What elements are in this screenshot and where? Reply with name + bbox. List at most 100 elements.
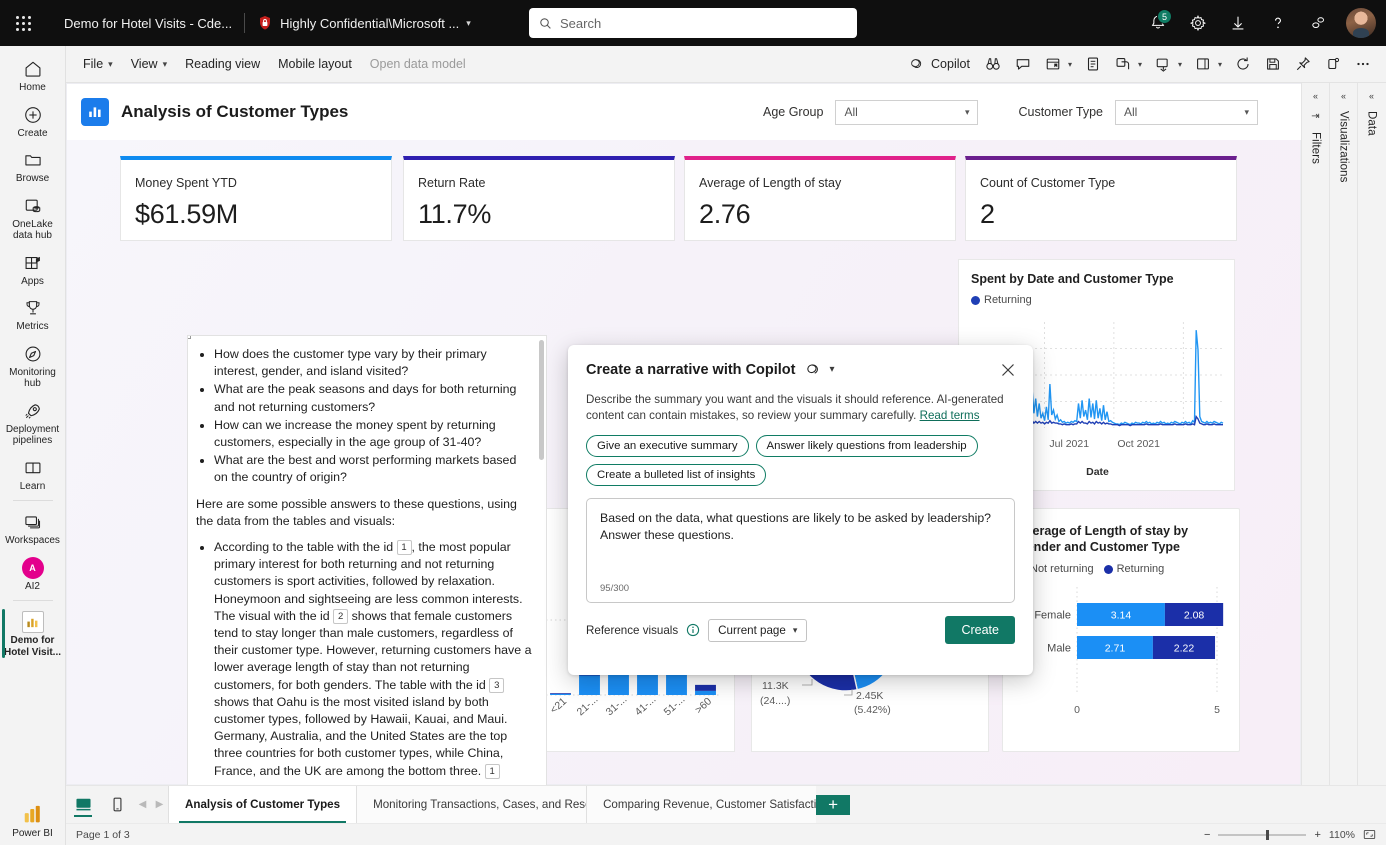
sidebar-item-metrics[interactable]: Metrics [2, 291, 64, 337]
pane-filters[interactable]: « ⇥ Filters [1301, 83, 1329, 785]
save-icon[interactable] [1258, 50, 1288, 78]
kpi-card-average-length-of-stay[interactable]: Average of Length of stay 2.76 [684, 156, 956, 241]
explore-icon[interactable] [978, 50, 1008, 78]
bookmark-menu[interactable]: ▾ [1038, 50, 1078, 78]
search-input[interactable]: Search [529, 8, 857, 38]
svg-text:2.08: 2.08 [1184, 610, 1205, 622]
sidebar-item-home[interactable]: Home [2, 52, 64, 98]
download-icon[interactable] [1220, 5, 1256, 41]
next-page-arrow[interactable]: ▶ [151, 786, 168, 823]
chip-answer-leadership-questions[interactable]: Answer likely questions from leadership [755, 435, 978, 457]
mobile-view-icon[interactable] [100, 786, 134, 823]
visual-id-chip[interactable]: 3 [489, 677, 505, 693]
chevron-down-icon: ▾ [162, 58, 168, 69]
kpi-card-return-rate[interactable]: Return Rate 11.7% [403, 156, 675, 241]
sidebar-item-onelake-data-hub[interactable]: OneLake data hub [2, 189, 64, 246]
close-icon[interactable] [1001, 363, 1015, 377]
sensitivity-label-button[interactable]: Highly Confidential\Microsoft ... ▾ [257, 15, 471, 31]
desktop-view-icon[interactable] [66, 786, 100, 823]
sidebar-item-workspaces[interactable]: Workspaces [2, 505, 64, 551]
more-icon[interactable] [1348, 50, 1378, 78]
add-page-button[interactable]: + [816, 794, 851, 815]
app-launcher-icon[interactable] [0, 0, 46, 46]
sidebar-item-apps[interactable]: Apps [2, 246, 64, 292]
visual-id-chip[interactable]: 2 [333, 608, 349, 624]
feedback-icon[interactable] [1300, 5, 1336, 41]
kpi-value: 2.76 [699, 199, 751, 229]
visual-id-chip[interactable]: 1 [396, 540, 412, 556]
svg-text:>60: >60 [693, 695, 714, 716]
teams-icon[interactable] [1318, 50, 1348, 78]
menu-reading-view[interactable]: Reading view [176, 53, 269, 75]
sidebar-item-browse[interactable]: Browse [2, 143, 64, 189]
chevron-left-icon[interactable]: « [1313, 91, 1318, 101]
subscribe-menu[interactable]: ▾ [1108, 50, 1148, 78]
age-group-dropdown[interactable]: All ▾ [835, 99, 979, 125]
top-bar-actions: 5 [1140, 0, 1376, 46]
comment-icon[interactable] [1008, 50, 1038, 78]
subscribe-icon[interactable] [1108, 50, 1138, 78]
chevron-down-icon[interactable]: ▾ [830, 365, 835, 375]
menu-open-data-model[interactable]: Open data model [361, 53, 475, 75]
pin-icon[interactable] [1288, 50, 1318, 78]
avatar[interactable] [1346, 8, 1376, 38]
page-tab-monitoring-transactions[interactable]: Monitoring Transactions, Cases, and Reso… [356, 786, 611, 823]
svg-text:Jul 2021: Jul 2021 [1049, 438, 1089, 450]
notes-icon[interactable] [1078, 50, 1108, 78]
export-menu[interactable]: ▾ [1188, 50, 1228, 78]
refresh-icon[interactable] [1228, 50, 1258, 78]
info-icon[interactable] [686, 623, 700, 637]
sidebar-item-learn[interactable]: Learn [2, 451, 64, 497]
visual-smart-narrative[interactable]: How does the customer type vary by their… [187, 335, 547, 785]
dialog-header: Create a narrative with Copilot ▾ [586, 361, 1015, 379]
pane-visualizations[interactable]: « Visualizations [1329, 83, 1357, 785]
help-icon[interactable] [1260, 5, 1296, 41]
copilot-button[interactable]: Copilot [900, 52, 978, 77]
report-canvas-area: Analysis of Customer Types Age Group All… [66, 83, 1301, 785]
zoom-out-button[interactable]: − [1204, 829, 1210, 841]
sidebar-item-label: OneLake data hub [12, 218, 53, 242]
chip-bulleted-list-of-insights[interactable]: Create a bulleted list of insights [586, 464, 767, 486]
zoom-slider[interactable] [1218, 829, 1307, 840]
page-tab-analysis-of-customer-types[interactable]: Analysis of Customer Types [168, 786, 357, 823]
chevron-left-icon[interactable]: « [1341, 91, 1346, 101]
menu-file[interactable]: File ▾ [74, 53, 122, 75]
share-icon[interactable] [1148, 50, 1178, 78]
pin-icon[interactable]: ⇥ [1311, 111, 1319, 122]
sidebar-item-power-bi[interactable]: Power BI [2, 798, 64, 845]
sidebar-item-deployment-pipelines[interactable]: Deployment pipelines [2, 394, 64, 451]
share-menu[interactable]: ▾ [1148, 50, 1188, 78]
customer-type-dropdown[interactable]: All ▾ [1115, 99, 1258, 125]
export-icon[interactable] [1188, 50, 1218, 78]
sidebar-item-create[interactable]: Create [2, 98, 64, 144]
reference-visuals-dropdown[interactable]: Current page ▾ [708, 618, 808, 642]
menu-view[interactable]: View ▾ [122, 53, 176, 75]
resize-handle[interactable] [188, 336, 191, 339]
zoom-in-button[interactable]: + [1314, 829, 1320, 841]
gear-icon[interactable] [1180, 5, 1216, 41]
sidebar-item-monitoring-hub[interactable]: Monitoring hub [2, 337, 64, 394]
narrative-scrollbar[interactable] [539, 340, 544, 460]
page-tab-comparing-revenue[interactable]: Comparing Revenue, Customer Satisfaction… [586, 786, 842, 823]
kpi-card-count-of-customer-type[interactable]: Count of Customer Type 2 [965, 156, 1237, 241]
menu-label: File [83, 57, 104, 71]
prompt-textarea[interactable]: Based on the data, what questions are li… [586, 498, 1015, 603]
sidebar-item-demo-for-hotel-visits[interactable]: Demo for Hotel Visit... [1, 605, 64, 662]
chip-executive-summary[interactable]: Give an executive summary [586, 435, 749, 457]
bell-icon[interactable]: 5 [1140, 5, 1176, 41]
visual-length-of-stay-by-gender[interactable]: Average of Length of stay by Gender and … [1002, 508, 1240, 752]
zoom-slider-thumb[interactable] [1266, 829, 1270, 840]
document-title[interactable]: Demo for Hotel Visits - Cde... [64, 16, 232, 31]
legend-swatch [1103, 564, 1113, 574]
visual-id-chip[interactable]: 1 [484, 763, 500, 779]
chevron-left-icon[interactable]: « [1369, 91, 1374, 101]
menu-mobile-layout[interactable]: Mobile layout [269, 53, 361, 75]
prev-page-arrow[interactable]: ◀ [134, 786, 151, 823]
read-terms-link[interactable]: Read terms [920, 409, 980, 422]
pane-data[interactable]: « Data [1357, 83, 1385, 785]
create-button[interactable]: Create [945, 616, 1015, 644]
sidebar-item-ai2-workspace[interactable]: A AI2 [2, 551, 64, 597]
fit-to-page-icon[interactable] [1363, 828, 1376, 841]
kpi-card-money-spent-ytd[interactable]: Money Spent YTD $61.59M [120, 156, 392, 241]
bookmark-icon[interactable] [1038, 50, 1068, 78]
